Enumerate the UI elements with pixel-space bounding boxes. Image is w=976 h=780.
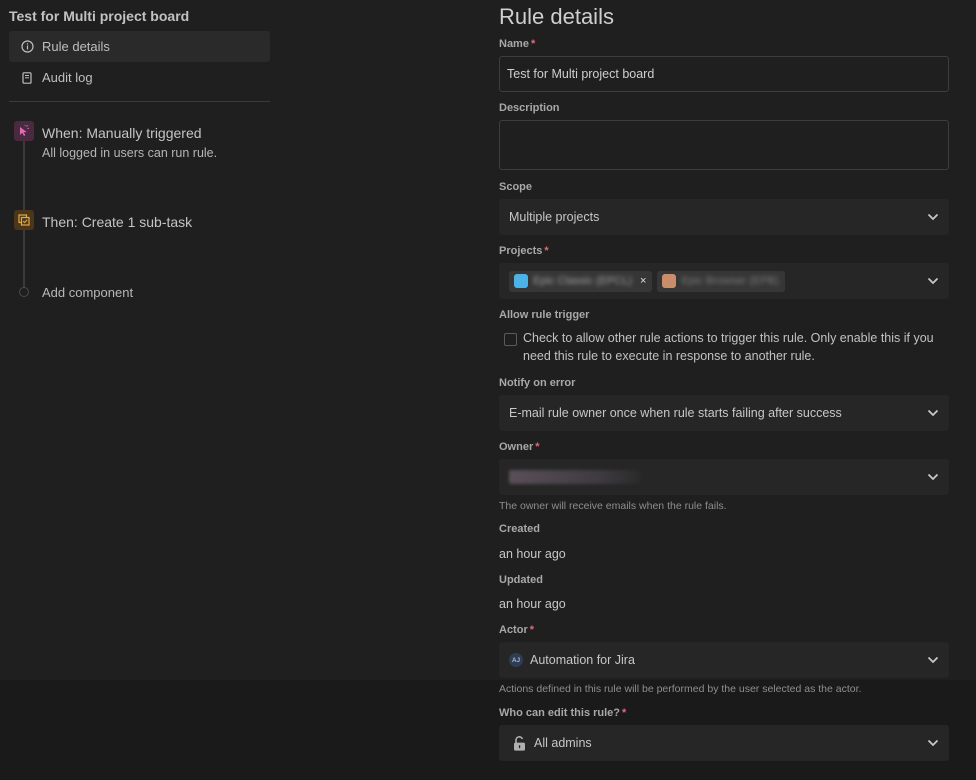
- action-component[interactable]: Then: Create 1 sub-task: [42, 214, 192, 230]
- allow-trigger-text: Check to allow other rule actions to tri…: [523, 331, 934, 363]
- edit-permission-value: All admins: [534, 736, 592, 750]
- page-title: Rule details: [499, 4, 614, 29]
- name-label: Name *: [499, 38, 536, 50]
- actor-avatar: AJ: [509, 653, 523, 667]
- updated-label: Updated: [499, 574, 543, 586]
- chevron-down-icon: [927, 656, 939, 664]
- scope-select[interactable]: Multiple projects: [499, 199, 949, 235]
- nav-label: Rule details: [42, 39, 110, 54]
- project-avatar: [662, 274, 677, 288]
- nav-audit-log[interactable]: Audit log: [9, 62, 270, 93]
- project-avatar: [514, 274, 528, 288]
- owner-redacted: [509, 470, 641, 484]
- add-component-link[interactable]: Add component: [42, 285, 133, 300]
- subtask-icon: [14, 210, 34, 230]
- cursor-click-icon: [14, 121, 34, 141]
- name-input[interactable]: Test for Multi project board: [499, 56, 949, 92]
- allow-trigger-label: Allow rule trigger: [499, 309, 590, 321]
- actor-value: Automation for Jira: [530, 653, 635, 667]
- projects-multiselect[interactable]: Epic Classic (EPCL) × Epic Browser (EPB): [499, 263, 949, 299]
- updated-value: an hour ago: [499, 597, 566, 611]
- project-chip-label: Epic Classic (EPCL): [533, 275, 633, 287]
- owner-label: Owner *: [499, 441, 540, 453]
- add-component-dot: [19, 287, 29, 297]
- chevron-down-icon: [927, 473, 939, 481]
- sidebar-divider: [9, 101, 270, 102]
- project-chip: Epic Browser (EPB): [657, 270, 785, 292]
- created-value: an hour ago: [499, 547, 566, 561]
- scope-value: Multiple projects: [509, 210, 600, 224]
- allow-trigger-checkbox[interactable]: [504, 333, 517, 346]
- project-chip-label: Epic Browser (EPB): [681, 275, 779, 287]
- unlock-icon: [513, 735, 526, 751]
- nav-rule-details[interactable]: Rule details: [9, 31, 270, 62]
- description-label: Description: [499, 102, 560, 114]
- rule-title: Test for Multi project board: [9, 8, 190, 24]
- trigger-component[interactable]: When: Manually triggered: [42, 125, 202, 141]
- notify-select[interactable]: E-mail rule owner once when rule starts …: [499, 395, 949, 431]
- document-icon: [17, 71, 37, 84]
- flow-connector: [23, 140, 25, 210]
- trigger-subtitle: All logged in users can run rule.: [42, 146, 218, 160]
- edit-permission-label: Who can edit this rule? *: [499, 707, 627, 719]
- notify-value: E-mail rule owner once when rule starts …: [509, 406, 842, 420]
- chevron-down-icon: [927, 409, 939, 417]
- actor-label: Actor *: [499, 624, 535, 636]
- projects-label: Projects *: [499, 245, 549, 257]
- actor-select[interactable]: AJ Automation for Jira: [499, 642, 949, 678]
- scope-label: Scope: [499, 181, 533, 193]
- nav-label: Audit log: [42, 70, 93, 85]
- owner-helper: The owner will receive emails when the r…: [499, 500, 727, 512]
- info-icon: [17, 40, 37, 53]
- owner-select[interactable]: [499, 459, 949, 495]
- actor-helper: Actions defined in this rule will be per…: [499, 683, 862, 695]
- created-label: Created: [499, 523, 540, 535]
- chevron-down-icon: [927, 213, 939, 221]
- chevron-down-icon: [927, 277, 939, 285]
- project-chip: Epic Classic (EPCL) ×: [509, 270, 653, 292]
- rule-sidebar: Test for Multi project board Rule detail…: [0, 0, 280, 680]
- chevron-down-icon: [927, 739, 939, 747]
- description-textarea[interactable]: [499, 120, 949, 170]
- flow-connector: [23, 230, 25, 288]
- edit-permission-select[interactable]: All admins: [499, 725, 949, 761]
- remove-chip-icon[interactable]: ×: [640, 275, 646, 287]
- notify-label: Notify on error: [499, 377, 576, 389]
